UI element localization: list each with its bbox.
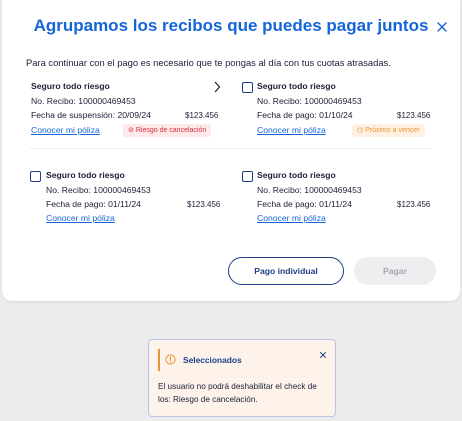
- card-amount: $123.456: [185, 111, 219, 120]
- receipt-checkbox[interactable]: [30, 171, 41, 182]
- status-badge: ◷ Próximo a vencer: [352, 124, 425, 137]
- card-receipt-number: No. Recibo: 100000469453: [31, 96, 136, 106]
- policy-link[interactable]: Conocer mi póliza: [31, 125, 100, 135]
- card-title: Seguro todo riesgo: [257, 170, 336, 180]
- close-icon[interactable]: [320, 352, 326, 358]
- policy-link[interactable]: Conocer mi póliza: [46, 213, 115, 223]
- policy-link[interactable]: Conocer mi póliza: [257, 213, 326, 223]
- selection-toast: Seleccionados El usuario no podrá deshab…: [148, 339, 336, 417]
- clock-icon: ◷: [357, 127, 364, 134]
- toast-message: El usuario no podrá deshabilitar el chec…: [158, 382, 317, 404]
- card-date: Fecha de pago: 01/10/24: [257, 110, 353, 120]
- card-date: Fecha de pago: 01/11/24: [257, 199, 352, 209]
- toast-title: Seleccionados: [183, 355, 242, 365]
- card-title: Seguro todo riesgo: [31, 81, 110, 91]
- modal-title: Agrupamos los recibos que puedes pagar j…: [33, 16, 429, 35]
- card-receipt-number: No. Recibo: 100000469453: [46, 185, 151, 195]
- divider: [30, 148, 432, 149]
- card-amount: $123.456: [397, 111, 431, 120]
- payment-group-modal: Agrupamos los recibos que puedes pagar j…: [2, 0, 460, 301]
- card-title: Seguro todo riesgo: [46, 170, 125, 180]
- receipt-checkbox[interactable]: [242, 171, 253, 182]
- modal-subtitle: Para continuar con el pago es necesario …: [26, 57, 391, 68]
- individual-payment-button[interactable]: Pago individual: [228, 257, 344, 285]
- pay-button[interactable]: Pagar: [354, 257, 436, 285]
- receipt-checkbox[interactable]: [242, 82, 253, 93]
- card-date: Fecha de suspensión: 20/09/24: [31, 110, 151, 120]
- card-amount: $123.456: [397, 200, 431, 209]
- status-badge: ⊘ Riesgo de cancelación: [123, 124, 212, 137]
- warning-icon: ⊘: [128, 127, 134, 134]
- close-icon[interactable]: [436, 21, 448, 33]
- chevron-right-icon[interactable]: [213, 81, 221, 93]
- card-receipt-number: No. Recibo: 100000469453: [257, 96, 362, 106]
- toast-accent-bar: [158, 349, 160, 371]
- card-receipt-number: No. Recibo: 100000469453: [257, 185, 362, 195]
- card-date: Fecha de pago: 01/11/24: [46, 199, 141, 209]
- card-amount: $123.456: [187, 200, 221, 209]
- card-title: Seguro todo riesgo: [257, 81, 336, 91]
- info-icon: [165, 354, 176, 365]
- policy-link[interactable]: Conocer mi póliza: [257, 125, 326, 135]
